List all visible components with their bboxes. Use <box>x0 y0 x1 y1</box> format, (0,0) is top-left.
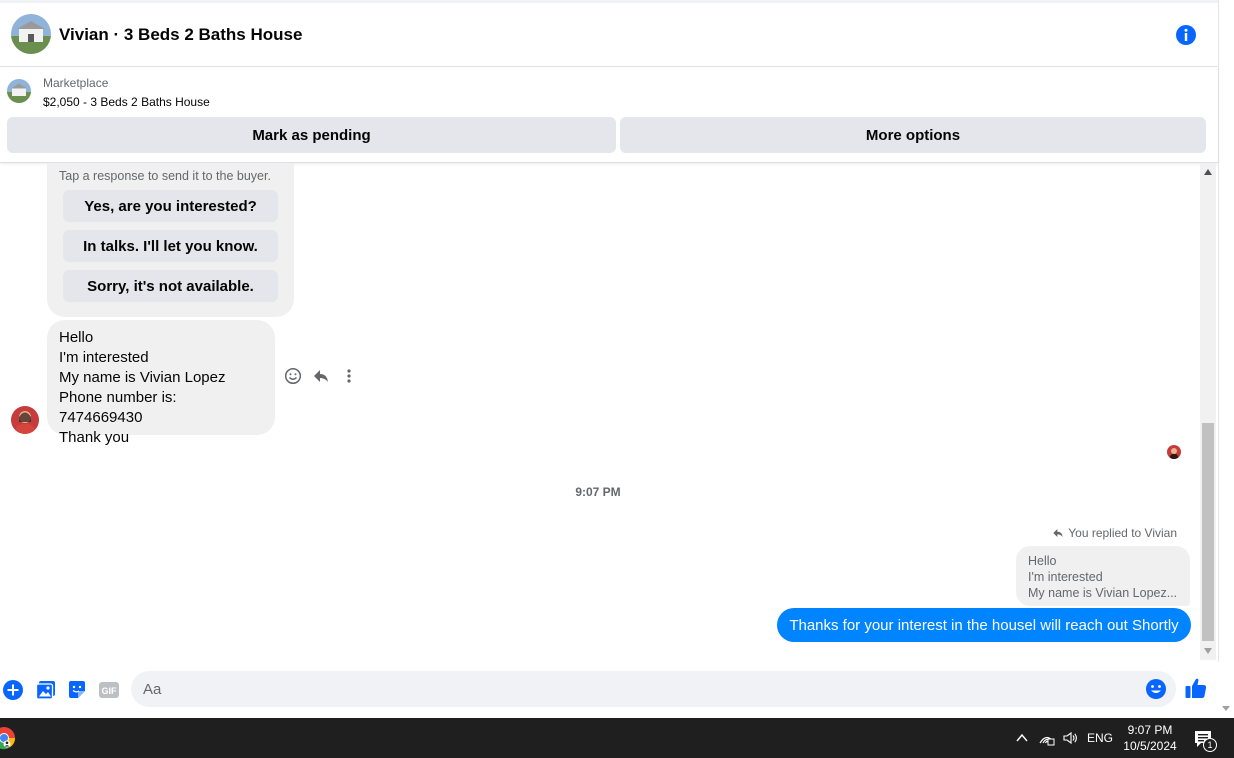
mark-as-pending-button[interactable]: Mark as pending <box>7 117 616 153</box>
plus-circle-icon[interactable] <box>2 679 24 701</box>
notification-count-badge: 1 <box>1203 738 1217 752</box>
scroll-up-arrow[interactable] <box>1204 169 1212 175</box>
svg-text:GIF: GIF <box>102 686 118 696</box>
message-line: Phone number is: 7474669430 <box>59 389 177 426</box>
quick-responses-tip: Tap a response to send it to the buyer. <box>59 169 271 183</box>
gif-icon[interactable]: GIF <box>98 679 120 701</box>
message-input-wrapper <box>131 671 1176 707</box>
quoted-line: My name is Vivian Lopez... <box>1028 586 1178 600</box>
input-language[interactable]: ENG <box>1087 731 1113 745</box>
quick-response-not-available-button[interactable]: Sorry, it's not available. <box>63 270 278 302</box>
seen-receipt-avatar <box>1167 445 1181 459</box>
volume-icon[interactable] <box>1062 730 1078 746</box>
thread-scrollbar[interactable] <box>1200 163 1216 660</box>
os-taskbar: ENG 9:07 PM 10/5/2024 1 <box>0 718 1234 758</box>
scroll-down-arrow[interactable] <box>1204 648 1212 654</box>
message-line: My name is Vivian Lopez <box>59 369 226 386</box>
message-line: Hello <box>59 329 94 346</box>
reply-arrow-icon[interactable] <box>312 367 330 385</box>
emoji-icon[interactable] <box>1145 678 1167 700</box>
clock-date: 10/5/2024 <box>1123 739 1177 753</box>
message-line: I'm interested <box>59 349 149 366</box>
listing-price-title[interactable]: $2,050 - 3 Beds 2 Baths House <box>43 95 210 109</box>
marketplace-label: Marketplace <box>43 76 109 90</box>
conversation-title: Vivian · 3 Beds 2 Baths House <box>59 25 303 44</box>
page-scroll-down-arrow[interactable] <box>1222 706 1230 711</box>
marketplace-banner: Marketplace $2,050 - 3 Beds 2 Baths Hous… <box>0 67 1218 163</box>
quoted-line: I'm interested <box>1028 570 1103 584</box>
message-thread: Tap a response to send it to the buyer. … <box>0 163 1200 660</box>
replied-label: You replied to Vivian <box>1068 526 1177 540</box>
chevron-up-icon[interactable] <box>1014 730 1030 746</box>
sender-avatar[interactable] <box>11 406 39 434</box>
photo-gallery-icon[interactable] <box>35 679 57 701</box>
message-input[interactable] <box>131 671 1176 707</box>
clock-time: 9:07 PM <box>1127 723 1173 737</box>
listing-thumbnail[interactable] <box>7 79 31 103</box>
quoted-line: Hello <box>1028 554 1057 568</box>
message-timestamp: 9:07 PM <box>575 485 621 499</box>
message-actions <box>284 367 358 385</box>
quick-response-in-talks-button[interactable]: In talks. I'll let you know. <box>63 230 278 262</box>
chrome-user-icon[interactable] <box>0 726 16 750</box>
sticker-icon[interactable] <box>66 679 88 701</box>
message-line: Thank you <box>59 429 130 446</box>
quick-response-yes-button[interactable]: Yes, are you interested? <box>63 190 278 222</box>
reply-arrow-icon <box>1053 529 1063 537</box>
more-options-button[interactable]: More options <box>620 117 1206 153</box>
outgoing-message-bubble[interactable]: Thanks for your interest in the housel w… <box>777 608 1191 642</box>
listing-avatar[interactable] <box>11 14 51 54</box>
quick-responses-card: Tap a response to send it to the buyer. … <box>47 163 294 317</box>
system-clock[interactable]: 9:07 PM 10/5/2024 <box>1118 722 1182 754</box>
conversation-header: Vivian · 3 Beds 2 Baths House <box>0 3 1218 67</box>
quoted-message[interactable]: Hello I'm interested My name is Vivian L… <box>1016 546 1190 606</box>
more-vertical-icon[interactable] <box>340 367 358 385</box>
network-icon[interactable] <box>1039 730 1055 746</box>
info-icon[interactable] <box>1174 23 1198 47</box>
react-smiley-icon[interactable] <box>284 367 302 385</box>
thumbs-up-icon[interactable] <box>1184 676 1208 700</box>
replied-indicator: You replied to Vivian <box>1052 526 1177 540</box>
page-scrollbar-track[interactable] <box>1218 0 1234 718</box>
message-composer: GIF <box>0 662 1234 718</box>
scrollbar-thumb[interactable] <box>1202 423 1214 641</box>
incoming-message-bubble[interactable]: Hello I'm interested My name is Vivian L… <box>47 320 275 446</box>
